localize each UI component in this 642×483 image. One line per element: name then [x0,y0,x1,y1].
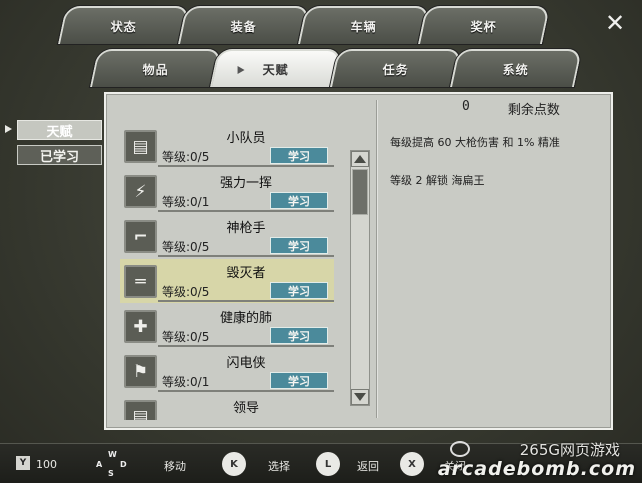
skill-level: 等级:0/5 [162,330,210,344]
tab-talents[interactable]: 天赋 [209,49,343,87]
talent-description: 每级提高 60 大枪伤害 和 1% 精准 [390,136,560,149]
leader-icon: ▤ [124,400,157,420]
tab-label: 任务 [382,62,409,77]
hint-move: 移动 [164,460,186,473]
watermark-logo: arcadebomb.com [437,458,636,480]
x-key-icon[interactable]: X [400,452,424,476]
rifle-icon: ═ [124,265,157,298]
key-w: W [108,450,117,459]
runner-icon: ⚑ [124,355,157,388]
skill-level: 等级:0/5 [162,285,210,299]
skill-divider [158,210,334,212]
skill-divider [158,390,334,392]
skill-level: 等级:0/5 [162,240,210,254]
skill-divider [158,165,334,167]
skill-name: 强力一挥 [219,176,272,191]
points-value: 0 [462,99,470,114]
talent-panel: 0 剩余点数 每级提高 60 大枪伤害 和 1% 精准 等级 2 解锁 海扁王 … [104,92,613,430]
tab-label: 装备 [230,19,257,34]
key-d: D [120,460,127,469]
sidenav-item-talents[interactable]: 天赋 [17,120,102,140]
panel-divider [376,100,378,418]
selection-arrow-icon [5,125,12,133]
watermark-site: 265G网页游戏 [519,441,620,459]
wechat-icon [450,441,470,457]
hint-back: 返回 [357,460,379,473]
tab-trophies[interactable]: 奖杯 [417,6,551,44]
l-key-icon[interactable]: L [316,452,340,476]
tab-label: 天赋 [262,62,289,77]
pistol-icon: ⌐ [124,220,157,253]
scroll-down-button[interactable] [351,389,369,405]
skill-name: 神枪手 [226,221,266,236]
money-value: 100 [36,458,57,471]
arrow-down-icon [354,393,366,401]
sidenav-item-learned[interactable]: 已学习 [17,145,102,165]
key-a: A [96,460,103,469]
hint-select: 选择 [268,460,290,473]
arrow-up-icon [354,155,366,163]
scrollbar[interactable] [350,150,370,406]
skill-row[interactable]: ⚑ 闪电侠 等级:0/1 学习 [120,349,334,393]
tab-label: 系统 [502,62,529,77]
learn-button[interactable]: 学习 [270,327,328,344]
skill-row[interactable]: ⚡ 强力一挥 等级:0/1 学习 [120,169,334,213]
tab-status[interactable]: 状态 [57,6,191,44]
learn-button[interactable]: 学习 [270,372,328,389]
tab-label: 车辆 [350,19,377,34]
tab-missions[interactable]: 任务 [329,49,463,87]
remaining-points: 0 剩余点数 [462,99,560,118]
tab-system[interactable]: 系统 [449,49,583,87]
skill-row[interactable]: ✚ 健康的肺 等级:0/5 学习 [120,304,334,348]
skill-name: 健康的肺 [219,311,272,326]
skill-row-partial[interactable]: ▤ 领导 [120,394,334,420]
scroll-up-button[interactable] [351,151,369,167]
learn-button[interactable]: 学习 [270,192,328,209]
tab-equipment[interactable]: 装备 [177,6,311,44]
slash-icon: ⚡ [124,175,157,208]
learn-button[interactable]: 学习 [270,282,328,299]
skill-divider [158,345,334,347]
skill-divider [158,300,334,302]
tab-items[interactable]: 物品 [89,49,223,87]
k-key-icon[interactable]: K [222,452,246,476]
squad-icon: ▤ [124,130,157,163]
skill-name: 闪电侠 [226,356,266,371]
key-s: S [108,469,114,478]
points-label: 剩余点数 [507,103,560,118]
health-cross-icon: ✚ [124,310,157,343]
talent-unlock-info: 等级 2 解锁 海扁王 [390,174,485,187]
tab-label: 物品 [142,62,169,77]
skill-divider [158,255,334,257]
skill-name: 领导 [232,401,259,416]
skill-row-selected[interactable]: ═ 毁灭者 等级:0/5 学习 [120,259,334,303]
tab-label: 奖杯 [470,19,497,34]
skill-level: 等级:0/1 [162,195,210,209]
tab-label: 状态 [110,19,137,34]
skill-row[interactable]: ⌐ 神枪手 等级:0/5 学习 [120,214,334,258]
learn-button[interactable]: 学习 [270,147,328,164]
tab-vehicles[interactable]: 车辆 [297,6,431,44]
skill-level: 等级:0/5 [162,150,210,164]
scroll-thumb[interactable] [352,169,368,215]
y-key-icon: Y [16,456,30,470]
learn-button[interactable]: 学习 [270,237,328,254]
skill-level: 等级:0/1 [162,375,210,389]
skill-name: 毁灭者 [226,266,266,281]
close-icon[interactable]: ✕ [602,10,628,36]
wasd-icon: W A S D [95,450,129,480]
skill-name: 小队员 [226,131,266,146]
skill-row[interactable]: ▤ 小队员 等级:0/5 学习 [120,124,334,168]
